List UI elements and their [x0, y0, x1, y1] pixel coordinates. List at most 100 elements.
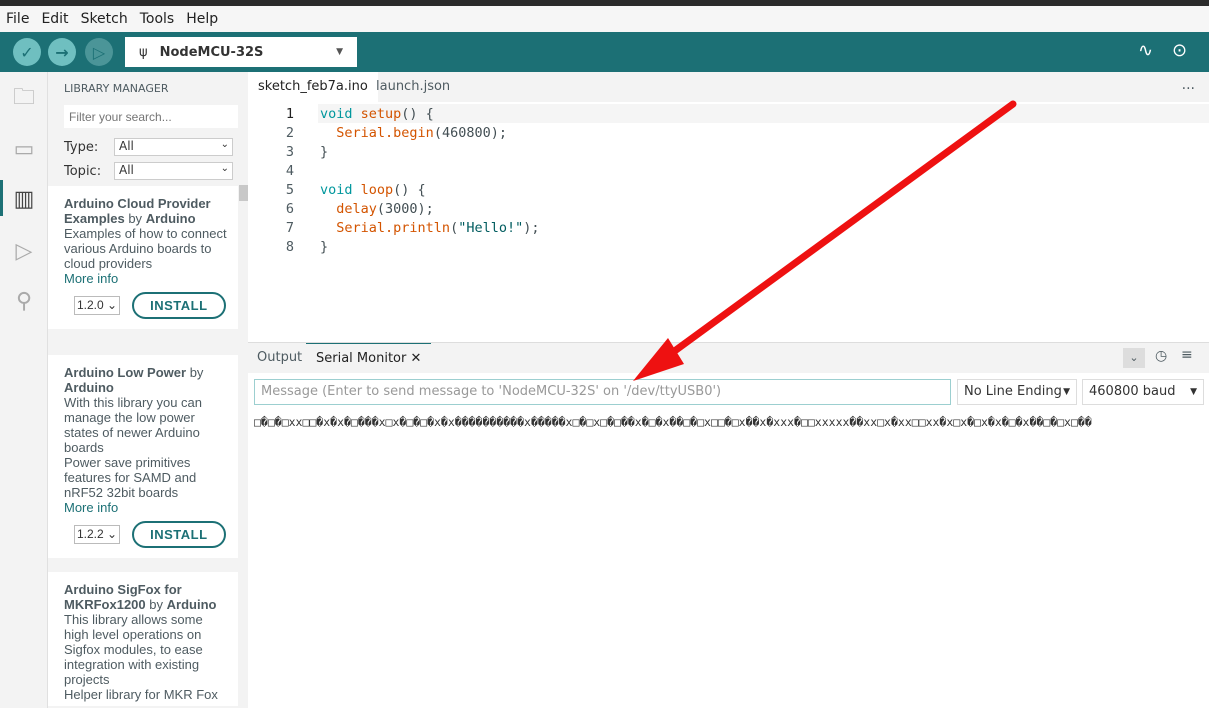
type-value: All: [119, 139, 134, 153]
serial-output: □�□�□xx□□�x�x�□���x□x�□�□�x�x����������x…: [254, 415, 1092, 429]
upload-button[interactable]: →: [48, 38, 76, 66]
library-author: Arduino: [145, 211, 196, 226]
menu-edit[interactable]: Edit: [41, 11, 68, 27]
board-manager-icon[interactable]: ▭: [10, 136, 38, 164]
type-select[interactable]: All ⌄: [114, 138, 233, 156]
topic-label: Topic:: [64, 164, 102, 179]
line-number: 3: [285, 144, 294, 160]
serial-plotter-icon[interactable]: ∿: [1138, 40, 1153, 61]
code-text: (460800);: [433, 125, 507, 141]
editor-tabs: sketch_feb7a.ino launch.json ...: [248, 72, 1209, 102]
arrow-right-icon: →: [55, 42, 69, 62]
current-line-highlight: [318, 104, 1209, 123]
line-ending-value: No Line Ending: [964, 384, 1062, 399]
library-desc: Power save primitives features for SAMD …: [64, 455, 197, 500]
install-button[interactable]: INSTALL: [132, 292, 226, 319]
code-text: (: [450, 220, 459, 236]
version-value: 1.2.2: [77, 527, 104, 541]
close-icon[interactable]: ✕: [410, 351, 421, 366]
menu-tools[interactable]: Tools: [140, 11, 175, 27]
install-button[interactable]: INSTALL: [132, 521, 226, 548]
verify-button[interactable]: ✓: [13, 38, 41, 66]
tab-sketch[interactable]: sketch_feb7a.ino: [248, 72, 378, 102]
type-label: Type:: [64, 140, 99, 155]
library-search-input[interactable]: [64, 105, 238, 128]
library-by: by: [128, 211, 143, 226]
code-editor[interactable]: 1 2 3 4 5 6 7 8 void setup() { Serial.be…: [248, 102, 1209, 342]
toolbar: ✓ → ▷ ψ NodeMCU-32S ▼ ∿ ⊙: [0, 32, 1209, 72]
library-author: Arduino: [166, 597, 217, 612]
autoscroll-icon[interactable]: ⌄: [1123, 348, 1145, 368]
activity-rail: 🗀 ▭ ▥ ▷ ⚲: [0, 72, 48, 708]
board-name: NodeMCU-32S: [159, 44, 264, 60]
line-ending-select[interactable]: No Line Ending ▼: [957, 379, 1077, 405]
chevron-down-icon: ▼: [1190, 387, 1197, 397]
debug-icon[interactable]: ▷: [10, 238, 38, 266]
more-icon[interactable]: ...: [1182, 77, 1195, 93]
code-text: (3000);: [376, 201, 434, 217]
keyword: void: [320, 182, 353, 198]
library-by: by: [189, 365, 204, 380]
board-selector[interactable]: ψ NodeMCU-32S ▼: [125, 37, 357, 67]
chevron-down-icon: ⌄: [220, 163, 229, 174]
library-desc: With this library you can manage the low…: [64, 395, 202, 455]
chevron-down-icon: ⌄: [220, 139, 229, 150]
code-line: delay(3000);: [320, 201, 434, 217]
active-indicator: [0, 180, 3, 216]
chevron-down-icon: ▼: [336, 47, 343, 57]
library-desc: Helper library for MKR Fox: [64, 687, 218, 702]
folder-icon[interactable]: 🗀: [10, 84, 38, 112]
library-name: Arduino Low Power: [64, 365, 187, 380]
line-number: 5: [285, 182, 294, 198]
library-desc: Examples of how to connect various Ardui…: [64, 226, 227, 271]
tab-label: Serial Monitor: [316, 351, 407, 366]
code-line: }: [320, 239, 329, 255]
baud-value: 460800 baud: [1089, 384, 1176, 399]
more-info-link[interactable]: More info: [64, 271, 230, 286]
code-line: }: [320, 144, 329, 160]
function-name: Serial.println: [336, 220, 451, 236]
library-manager-title: LIBRARY MANAGER: [64, 82, 169, 95]
code-text: () {: [401, 106, 434, 122]
serial-monitor-icon[interactable]: ⊙: [1172, 40, 1187, 61]
code-line: Serial.println("Hello!");: [320, 220, 540, 236]
message-input[interactable]: Message (Enter to send message to 'NodeM…: [254, 379, 951, 405]
library-by: by: [149, 597, 163, 612]
menu-sketch[interactable]: Sketch: [81, 11, 128, 27]
more-info-link[interactable]: More info: [64, 500, 230, 515]
tab-launch-json[interactable]: launch.json: [366, 72, 460, 102]
menu-bar: File Edit Sketch Tools Help: [0, 6, 1209, 32]
version-value: 1.2.0: [77, 298, 104, 312]
function-name: Serial.begin: [336, 125, 434, 141]
library-icon[interactable]: ▥: [10, 186, 38, 214]
search-icon[interactable]: ⚲: [10, 288, 38, 316]
code-text: );: [523, 220, 540, 236]
line-number: 4: [285, 163, 294, 179]
library-item: Arduino Low Power by Arduino With this l…: [48, 355, 238, 558]
baud-select[interactable]: 460800 baud ▼: [1082, 379, 1204, 405]
timestamp-icon[interactable]: ◷: [1155, 348, 1167, 364]
menu-help[interactable]: Help: [186, 11, 218, 27]
tab-output[interactable]: Output: [257, 343, 302, 373]
library-manager: LIBRARY MANAGER Type: All ⌄ Topic: All ⌄ A…: [48, 72, 248, 708]
function-name: delay: [336, 201, 377, 217]
code-text: () {: [393, 182, 426, 198]
tab-serial-monitor[interactable]: Serial Monitor ✕: [306, 343, 432, 373]
library-author: Arduino: [64, 380, 114, 395]
version-select[interactable]: 1.2.2 ⌄: [74, 525, 121, 544]
chevron-down-icon: ▼: [1063, 387, 1070, 397]
function-name: loop: [360, 182, 394, 198]
string-literal: "Hello!": [458, 220, 524, 236]
keyword: void: [320, 106, 353, 122]
check-icon: ✓: [20, 42, 34, 62]
version-select[interactable]: 1.2.0 ⌄: [74, 296, 121, 315]
library-item: Arduino Cloud Provider Examples by Ardui…: [48, 186, 238, 329]
clear-output-icon[interactable]: ≡: [1181, 347, 1193, 363]
debug-button[interactable]: ▷: [85, 38, 113, 66]
menu-file[interactable]: File: [6, 11, 29, 27]
line-number: 7: [285, 220, 294, 236]
topic-select[interactable]: All ⌄: [114, 162, 233, 180]
line-number: 1: [285, 106, 294, 122]
sidebar-scrollbar[interactable]: [239, 185, 248, 201]
panel-tabs: Output Serial Monitor ✕ ⌄ ◷ ≡: [248, 343, 1209, 373]
